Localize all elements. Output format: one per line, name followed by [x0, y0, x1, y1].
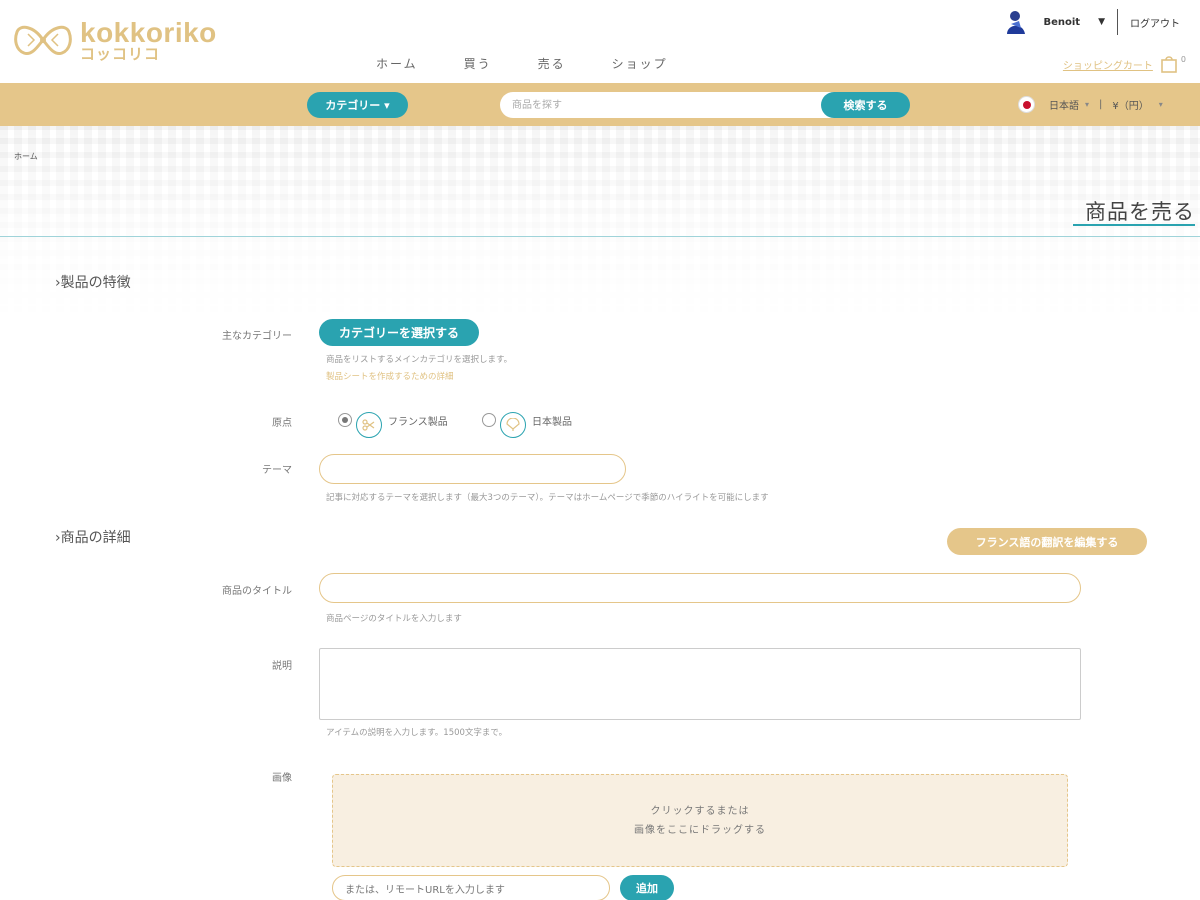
- main-category-label: 主なカテゴリー: [222, 331, 292, 342]
- main-nav: ホーム 買う 売る ショップ: [376, 55, 714, 72]
- scissors-icon: [356, 412, 382, 438]
- nav-sell[interactable]: 売る: [538, 55, 566, 72]
- nav-home[interactable]: ホーム: [376, 55, 418, 72]
- section-heading-details: ›商品の詳細: [55, 530, 131, 546]
- nav-buy[interactable]: 買う: [464, 55, 492, 72]
- product-title-hint: 商品ページのタイトルを入力します: [326, 614, 462, 624]
- user-area: Benoit ▼ ログアウト: [1003, 8, 1180, 36]
- category-hint: 商品をリストするメインカテゴリを選択します。: [326, 355, 513, 365]
- title-underline: [1073, 224, 1195, 226]
- description-textarea[interactable]: [319, 648, 1081, 720]
- shopping-cart[interactable]: ショッピングカート 0: [1063, 54, 1186, 74]
- product-title-input[interactable]: [319, 573, 1081, 603]
- site-logo[interactable]: kokkoriko コッコリコ: [14, 17, 217, 63]
- language-select[interactable]: 日本語: [1049, 97, 1079, 112]
- logo-kana: コッコリコ: [80, 45, 161, 63]
- theme-label: テーマ: [262, 465, 292, 476]
- bow-logo-icon: [14, 25, 72, 56]
- description-label: 説明: [272, 661, 292, 672]
- currency-select[interactable]: ¥（円）: [1112, 97, 1148, 112]
- category-details-link[interactable]: 製品シートを作成するための詳細: [326, 370, 454, 382]
- site-header: kokkoriko コッコリコ ホーム 買う 売る ショップ Benoit ▼ …: [0, 0, 1200, 83]
- origin-radio-japan[interactable]: [482, 413, 496, 427]
- product-title-label: 商品のタイトル: [222, 586, 292, 597]
- origin-option-label[interactable]: 日本製品: [532, 413, 572, 428]
- logo-wordmark: kokkoriko: [80, 17, 217, 48]
- cart-count-badge: 0: [1180, 54, 1186, 64]
- user-menu-caret-icon[interactable]: ▼: [1098, 17, 1105, 27]
- nav-shop[interactable]: ショップ: [612, 55, 668, 72]
- cart-link[interactable]: ショッピングカート: [1063, 57, 1153, 72]
- image-dropzone[interactable]: クリックするまたは 画像をここにドラッグする: [332, 774, 1068, 867]
- section-heading-features: ›製品の特徴: [55, 275, 131, 291]
- language-caret-icon[interactable]: ▾: [1085, 100, 1089, 109]
- breadcrumb[interactable]: ホーム: [14, 151, 38, 162]
- theme-hint: 記事に対応するテーマを選択します（最大3つのテーマ）。テーマはホームページで季節…: [326, 493, 769, 503]
- currency-caret-icon[interactable]: ▾: [1159, 100, 1163, 109]
- select-category-button[interactable]: カテゴリーを選択する: [319, 319, 479, 346]
- theme-input[interactable]: [319, 454, 626, 484]
- search-input[interactable]: [500, 92, 840, 118]
- image-label: 画像: [272, 773, 292, 784]
- shopping-bag-icon[interactable]: [1159, 54, 1179, 74]
- dropzone-text: 画像をここにドラッグする: [634, 824, 766, 836]
- description-hint: アイテムの説明を入力します。1500文字まで。: [326, 728, 508, 738]
- divider: [1117, 9, 1118, 35]
- logout-link[interactable]: ログアウト: [1130, 15, 1180, 30]
- locale-divider: |: [1099, 99, 1103, 110]
- japan-flag-icon: [1018, 96, 1035, 113]
- search-button[interactable]: 検索する: [821, 92, 910, 118]
- locale-selector: 日本語 ▾ | ¥（円） ▾: [1018, 96, 1163, 113]
- dropzone-text: クリックするまたは: [650, 805, 750, 817]
- add-url-button[interactable]: 追加: [620, 875, 674, 900]
- origin-radio-france[interactable]: [338, 413, 352, 427]
- origin-label: 原点: [272, 418, 292, 429]
- origin-option-label[interactable]: フランス製品: [388, 413, 448, 428]
- decorative-pattern: [0, 126, 1200, 326]
- avatar[interactable]: [1003, 8, 1029, 36]
- category-dropdown-button[interactable]: カテゴリー ▾: [307, 92, 408, 118]
- edit-french-translation-button[interactable]: フランス語の翻訳を編集する: [947, 528, 1147, 555]
- remote-url-input[interactable]: または、リモートURLを入力します: [332, 875, 610, 900]
- page-title: 商品を売る: [1085, 200, 1195, 224]
- search-bar: カテゴリー ▾ 検索する 日本語 ▾ | ¥（円） ▾: [0, 83, 1200, 126]
- fan-icon: [500, 412, 526, 438]
- divider: [0, 236, 1200, 237]
- username[interactable]: Benoit: [1043, 17, 1080, 28]
